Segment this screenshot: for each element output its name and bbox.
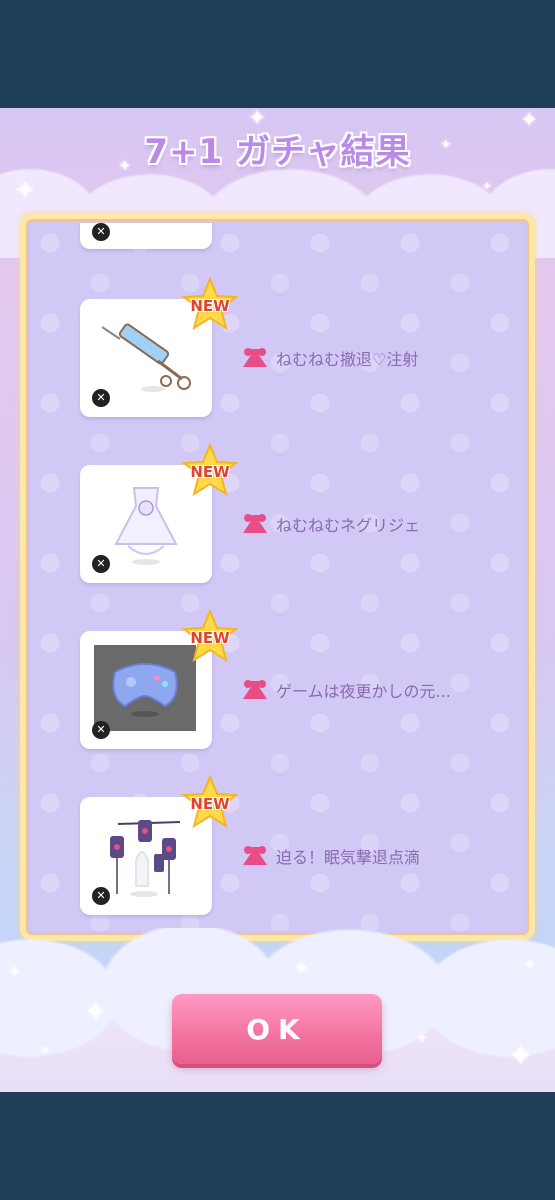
dialog-title: 7+1 ガチャ結果 [144,132,411,172]
iv-drip-icon [96,811,196,901]
sparkle-icon: ✦ [14,176,36,206]
coordinate-icon: ✕ [92,887,110,905]
coordinate-icon: ✕ [92,721,110,739]
new-badge: NEW [182,277,238,331]
ok-button[interactable]: OK [172,994,382,1064]
partial-item-card: ✕ [80,223,212,249]
new-badge: NEW [182,443,238,497]
list-item[interactable]: ✕ NEW 迫る！眠気撃退点滴 [80,775,520,915]
list-item[interactable]: ✕ NEW ねむねむ撤退♡注射 [80,277,520,417]
coordinate-icon: ✕ [92,223,110,241]
outfit-category-icon [243,514,267,533]
item-label: ねむねむ撤退♡注射 [240,345,418,371]
sparkle-icon: ✦ [84,995,108,1028]
results-panel: ✕ ✕ NEW ねむねむ撤退♡注射 ✕ NEW ねむねむネグリジェ ✕ NEW … [20,213,535,941]
item-label: ゲームは夜更かしの元... [240,677,451,703]
results-list[interactable]: ✕ ✕ NEW ねむねむ撤退♡注射 ✕ NEW ねむねむネグリジェ ✕ NEW … [30,223,525,931]
item-label: ねむねむネグリジェ [240,511,420,537]
new-badge: NEW [182,775,238,829]
item-name: ゲームは夜更かしの元... [276,682,451,701]
sparkle-icon: ✦ [8,962,22,981]
outfit-category-icon [243,680,267,699]
nightgown-icon [96,479,196,569]
list-item[interactable]: ✕ NEW ゲームは夜更かしの元... [80,609,520,749]
item-label: 迫る！眠気撃退点滴 [240,843,420,869]
list-item[interactable]: ✕ NEW ねむねむネグリジェ [80,443,520,583]
outfit-category-icon [243,846,267,865]
sparkle-icon: ✦ [482,179,493,193]
sparkle-icon: ✦ [416,1031,428,1047]
sparkle-icon: ✦ [508,1039,534,1074]
sparkle-icon: ✦ [524,957,536,973]
gacha-result-dialog: ✦ ✦ ✦ ✦ ✦ ✦ 7+1 ガチャ結果 ✕ ✕ NEW ねむねむ撤退♡注射 … [0,108,555,1092]
coordinate-icon: ✕ [92,389,110,407]
item-name: ねむねむネグリジェ [276,516,421,535]
item-name: ねむねむ撤退♡注射 [276,350,419,369]
coordinate-icon: ✕ [92,555,110,573]
sparkle-icon: ✦ [294,958,310,979]
item-name: 迫る！眠気撃退点滴 [276,848,421,867]
sparkle-icon: ✦ [40,1043,51,1057]
outfit-category-icon [243,348,267,367]
new-badge: NEW [182,609,238,663]
syringe-icon [96,313,196,403]
game-controller-icon [94,645,196,731]
